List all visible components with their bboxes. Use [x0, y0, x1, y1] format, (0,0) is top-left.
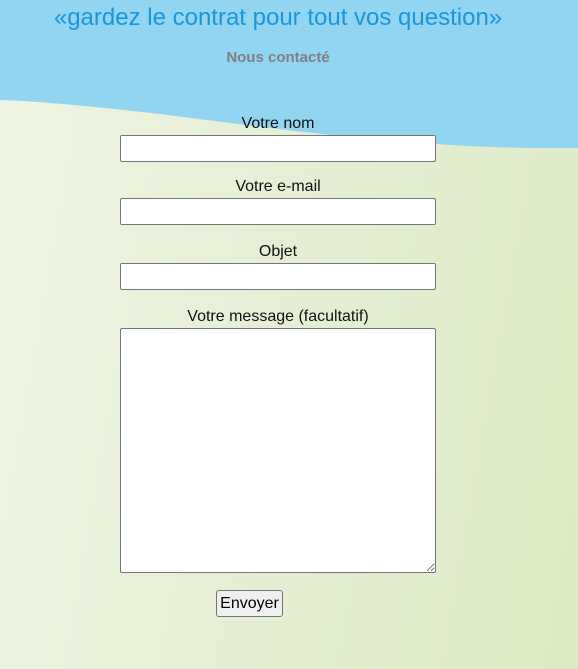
message-label: Votre message (facultatif)	[187, 308, 369, 325]
message-textarea[interactable]	[120, 328, 436, 573]
name-input[interactable]	[120, 135, 436, 162]
submit-button[interactable]: Envoyer	[216, 590, 283, 617]
email-label: Votre e-mail	[235, 178, 321, 195]
contact-form: Votre nom Votre e-mail Objet Votre messa…	[120, 114, 436, 573]
email-input[interactable]	[120, 198, 436, 225]
subject-input[interactable]	[120, 263, 436, 290]
subject-label: Objet	[258, 243, 298, 260]
name-label: Votre nom	[241, 115, 315, 132]
contact-page: «gardez le contrat pour tout vos questio…	[0, 0, 578, 669]
page-title: «gardez le contrat pour tout vos questio…	[53, 4, 503, 31]
page-subtitle: Nous contacté	[226, 49, 330, 66]
